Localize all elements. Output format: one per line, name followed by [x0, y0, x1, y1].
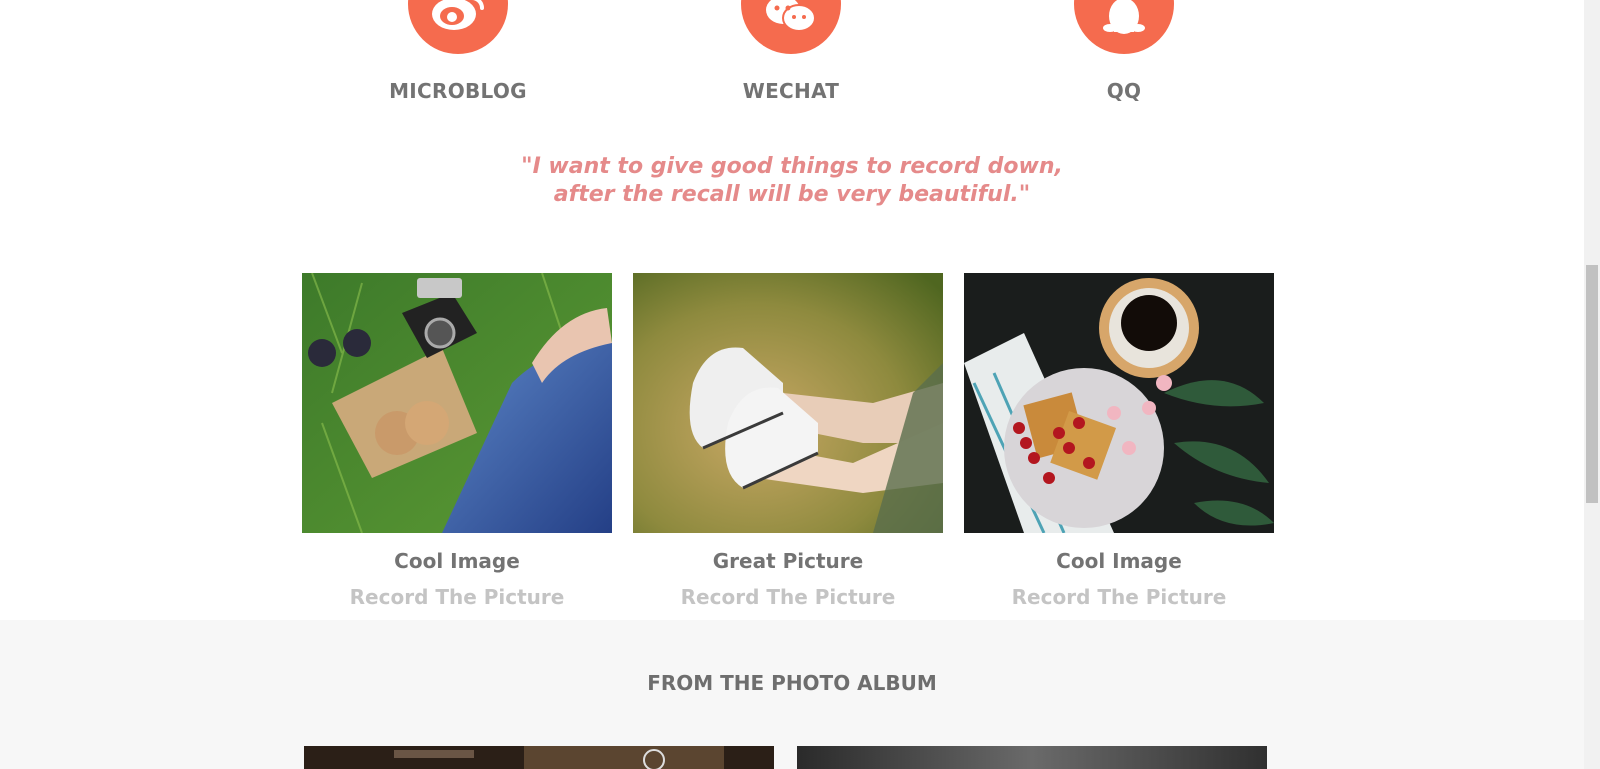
gallery-image-camera-grass[interactable]	[302, 273, 612, 533]
card-title[interactable]: Great Picture	[633, 549, 943, 573]
card-subtitle: Record The Picture	[680, 585, 896, 609]
social-links: MICROBLOG WECHAT QQ	[0, 0, 1584, 110]
card-title[interactable]: Cool Image	[302, 549, 612, 573]
photo-album-section: FROM THE PHOTO ALBUM	[0, 620, 1584, 769]
gallery-card[interactable]: Great Picture Record The Picture	[633, 273, 943, 609]
card-subtitle: Record The Picture	[1011, 585, 1227, 609]
quote-line: after the recall will be very beautiful.…	[553, 182, 1031, 207]
social-label[interactable]: QQ	[1024, 79, 1224, 103]
social-label[interactable]: WECHAT	[691, 79, 891, 103]
social-label[interactable]: MICROBLOG	[358, 79, 558, 103]
quote-line: "I want to give good things to record do…	[521, 154, 1063, 179]
gallery-card[interactable]: Cool Image Record The Picture	[964, 273, 1274, 609]
wechat-icon[interactable]	[741, 0, 841, 54]
gallery-image-sneakers[interactable]	[633, 273, 943, 533]
gallery-card[interactable]: Cool Image Record The Picture	[302, 273, 612, 609]
quote: "I want to give good things to record do…	[0, 153, 1584, 209]
qq-penguin-icon[interactable]	[1074, 0, 1174, 54]
card-subtitle: Record The Picture	[349, 585, 565, 609]
scrollbar-thumb[interactable]	[1586, 265, 1598, 503]
weibo-icon[interactable]	[408, 0, 508, 54]
section-title: FROM THE PHOTO ALBUM	[647, 671, 937, 695]
page: MICROBLOG WECHAT QQ "I want to give good…	[0, 0, 1584, 769]
gallery: Cool Image Record The Picture Great Pict…	[302, 273, 1274, 613]
page-scrollbar[interactable]	[1584, 0, 1600, 769]
card-title[interactable]: Cool Image	[964, 549, 1274, 573]
album-photo[interactable]	[797, 746, 1267, 769]
album-photo[interactable]	[304, 746, 774, 769]
gallery-image-waffles-coffee[interactable]	[964, 273, 1274, 533]
